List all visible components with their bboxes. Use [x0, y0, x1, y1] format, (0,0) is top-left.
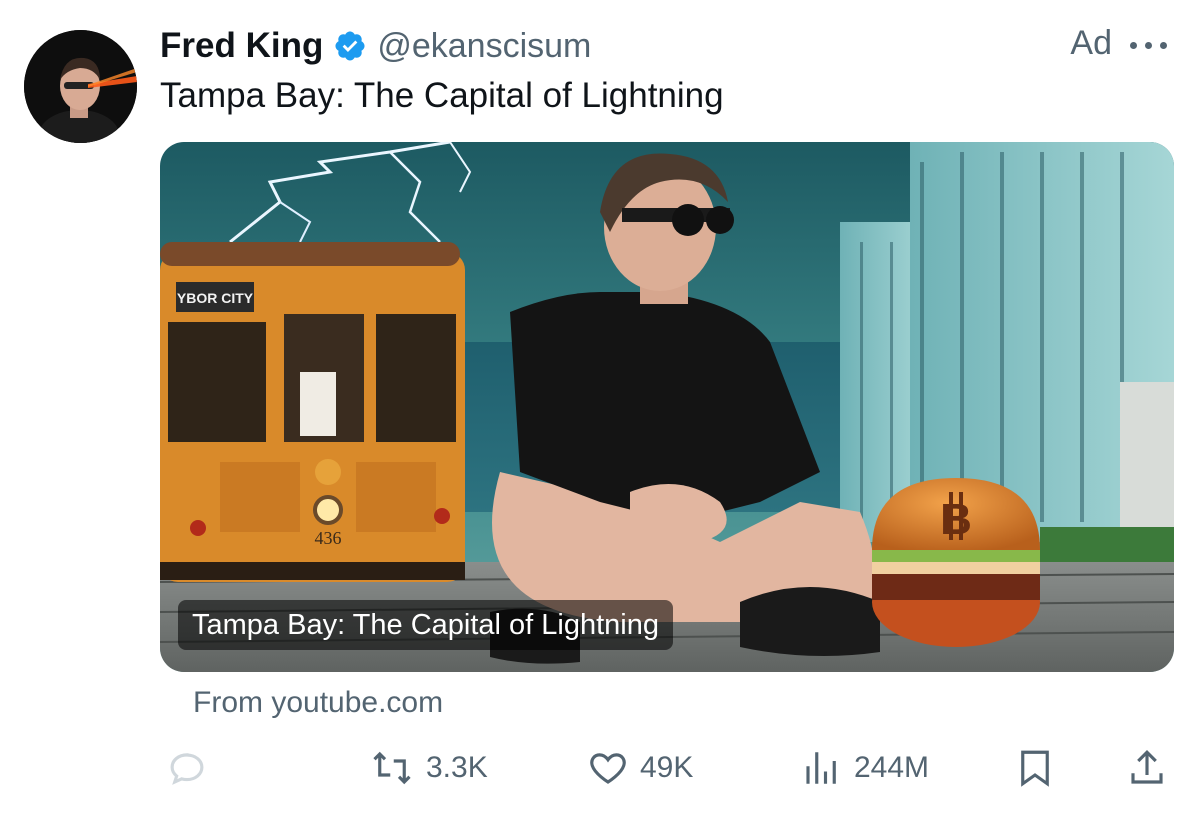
streetcar-sign: YBOR CITY: [177, 290, 254, 306]
reply-icon: [170, 753, 204, 785]
card-title: Tampa Bay: The Capital of Lightning: [178, 600, 673, 650]
card-thumbnail-image: YBOR CITY 436 B: [160, 142, 1174, 672]
more-icon[interactable]: [1126, 36, 1178, 56]
repost-button[interactable]: 3.3K: [368, 740, 488, 796]
repost-icon: [373, 751, 411, 785]
share-button[interactable]: [1126, 740, 1168, 796]
bookmark-button[interactable]: [1014, 740, 1056, 796]
repost-count: 3.3K: [426, 751, 488, 784]
reply-button[interactable]: [166, 740, 208, 796]
bookmark-icon: [1021, 750, 1049, 787]
verified-badge-icon: [335, 31, 365, 61]
author-name[interactable]: Fred King: [160, 26, 323, 66]
like-button[interactable]: 49K: [586, 740, 693, 796]
author-handle[interactable]: @ekanscisum: [377, 27, 591, 66]
ad-label: Ad: [1070, 24, 1112, 62]
like-icon: [590, 753, 626, 784]
views-count: 244M: [854, 751, 930, 784]
card-source[interactable]: From youtube.com: [193, 686, 443, 720]
views-button[interactable]: 244M: [800, 740, 929, 796]
post-header: Fred King @ekanscisum: [160, 24, 591, 68]
action-bar: 3.3K 49K 244M: [160, 740, 1174, 796]
svg-text:B: B: [940, 495, 972, 544]
streetcar-number: 436: [315, 528, 342, 548]
share-icon: [1131, 750, 1163, 784]
views-icon: [806, 752, 836, 784]
bitcoin-burger: B: [872, 478, 1040, 647]
like-count: 49K: [640, 751, 694, 784]
author-avatar[interactable]: [24, 30, 137, 143]
link-card[interactable]: YBOR CITY 436 B Tampa Bay: The Capital o…: [160, 142, 1174, 672]
post-text: Tampa Bay: The Capital of Lightning: [160, 76, 724, 115]
